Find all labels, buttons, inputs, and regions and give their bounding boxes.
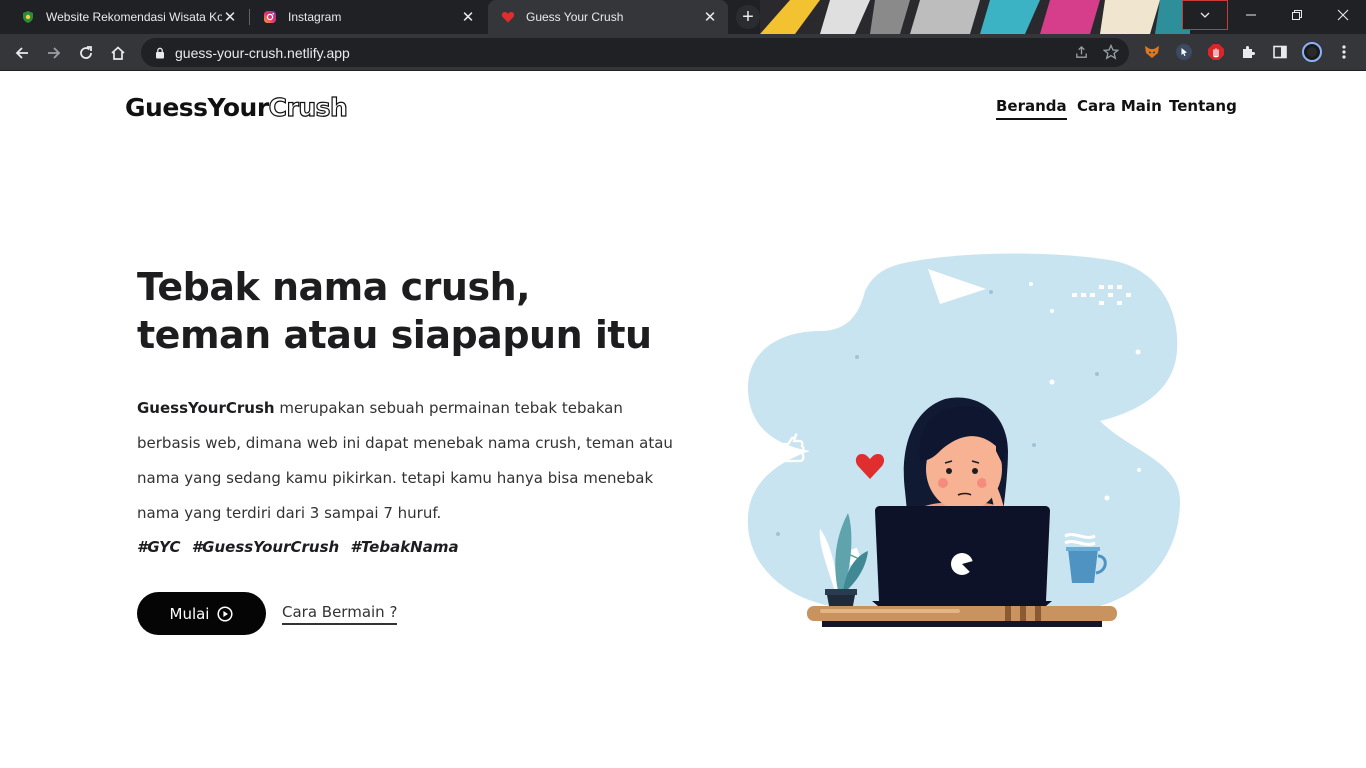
puzzle-icon[interactable]: [1238, 42, 1258, 62]
restore-button[interactable]: [1274, 0, 1320, 30]
cursor-extension-icon[interactable]: [1174, 42, 1194, 62]
lock-icon: [153, 46, 167, 60]
back-button[interactable]: [8, 39, 36, 67]
close-window-button[interactable]: [1320, 0, 1366, 30]
tab-title: Guess Your Crush: [526, 10, 624, 24]
tab-instagram[interactable]: Instagram ✕: [250, 0, 486, 34]
minimize-icon: [1246, 14, 1256, 16]
adblock-extension-icon[interactable]: [1206, 42, 1226, 62]
logo-outline-text: Crush: [268, 92, 348, 122]
hashtag: #TebakNama: [350, 538, 459, 556]
address-bar[interactable]: guess-your-crush.netlify.app: [141, 38, 1129, 67]
close-icon: [1337, 9, 1349, 21]
close-icon[interactable]: ✕: [460, 9, 476, 26]
more-menu-icon[interactable]: [1334, 42, 1354, 62]
arrow-right-icon: [48, 47, 61, 59]
avatar[interactable]: [1302, 42, 1322, 62]
share-icon[interactable]: [1074, 45, 1089, 65]
laptop: [872, 506, 1052, 606]
star-icon[interactable]: [1102, 43, 1120, 65]
logo-bold-text: GuessYour: [125, 93, 269, 122]
minimize-button[interactable]: [1228, 0, 1274, 30]
hero-description-text: merupakan sebuah permainan tebak tebakan…: [137, 399, 673, 522]
forward-button[interactable]: [40, 39, 68, 67]
browser-toolbar: guess-your-crush.netlify.app: [0, 34, 1366, 71]
hashtag: #GuessYourCrush: [191, 538, 340, 556]
tab-title: Website Rekomendasi Wisata Ko: [46, 10, 222, 24]
side-panel-icon[interactable]: [1270, 42, 1290, 62]
close-icon[interactable]: ✕: [222, 9, 238, 26]
tab-guess-your-crush[interactable]: Guess Your Crush ✕: [488, 0, 728, 34]
tab-wisata[interactable]: Website Rekomendasi Wisata Ko ✕: [8, 0, 248, 34]
nav-about[interactable]: Tentang: [1169, 97, 1237, 115]
hashtag: #GYC: [137, 538, 181, 556]
site-logo[interactable]: GuessYourCrush: [125, 92, 348, 122]
tabstrip-artwork: [760, 0, 1190, 34]
reload-button[interactable]: [72, 39, 100, 67]
start-button-label: Mulai: [169, 604, 210, 623]
start-button[interactable]: Mulai: [137, 592, 266, 635]
hero-description: GuessYourCrush merupakan sebuah permaina…: [137, 391, 677, 531]
shield-green-icon: [20, 9, 36, 25]
hero-illustration: [747, 253, 1180, 627]
instagram-icon: [262, 9, 278, 25]
page-content: GuessYourCrush Beranda Cara Main Tentang…: [0, 71, 1366, 768]
nav-how-to-play[interactable]: Cara Main: [1077, 97, 1162, 115]
tab-title: Instagram: [288, 10, 342, 24]
hero-title-line2: teman atau siapapun itu: [137, 313, 652, 357]
reload-icon: [80, 46, 92, 59]
fox-extension-icon[interactable]: [1142, 42, 1162, 62]
hero-brand: GuessYourCrush: [137, 399, 275, 417]
url-text[interactable]: guess-your-crush.netlify.app: [175, 45, 350, 61]
hashtags: #GYC #GuessYourCrush #TebakNama: [137, 538, 465, 556]
heart-icon: [500, 9, 516, 25]
close-icon[interactable]: ✕: [702, 9, 718, 26]
tab-search-button[interactable]: [1182, 0, 1228, 30]
hero-title: Tebak nama crush, teman atau siapapun it…: [137, 263, 697, 359]
arrow-left-icon: [15, 47, 28, 59]
new-tab-button[interactable]: +: [736, 5, 760, 29]
desk: [807, 606, 1117, 627]
restore-icon: [1292, 10, 1302, 20]
tab-strip: Website Rekomendasi Wisata Ko ✕ Instagra…: [0, 0, 1366, 34]
nav-home[interactable]: Beranda: [996, 97, 1067, 120]
chevron-down-icon: [1200, 12, 1210, 18]
play-circle-icon: [217, 605, 234, 622]
home-button[interactable]: [104, 39, 132, 67]
how-to-play-link[interactable]: Cara Bermain ?: [282, 603, 398, 625]
home-icon: [111, 46, 125, 60]
hero-title-line1: Tebak nama crush,: [137, 265, 531, 309]
